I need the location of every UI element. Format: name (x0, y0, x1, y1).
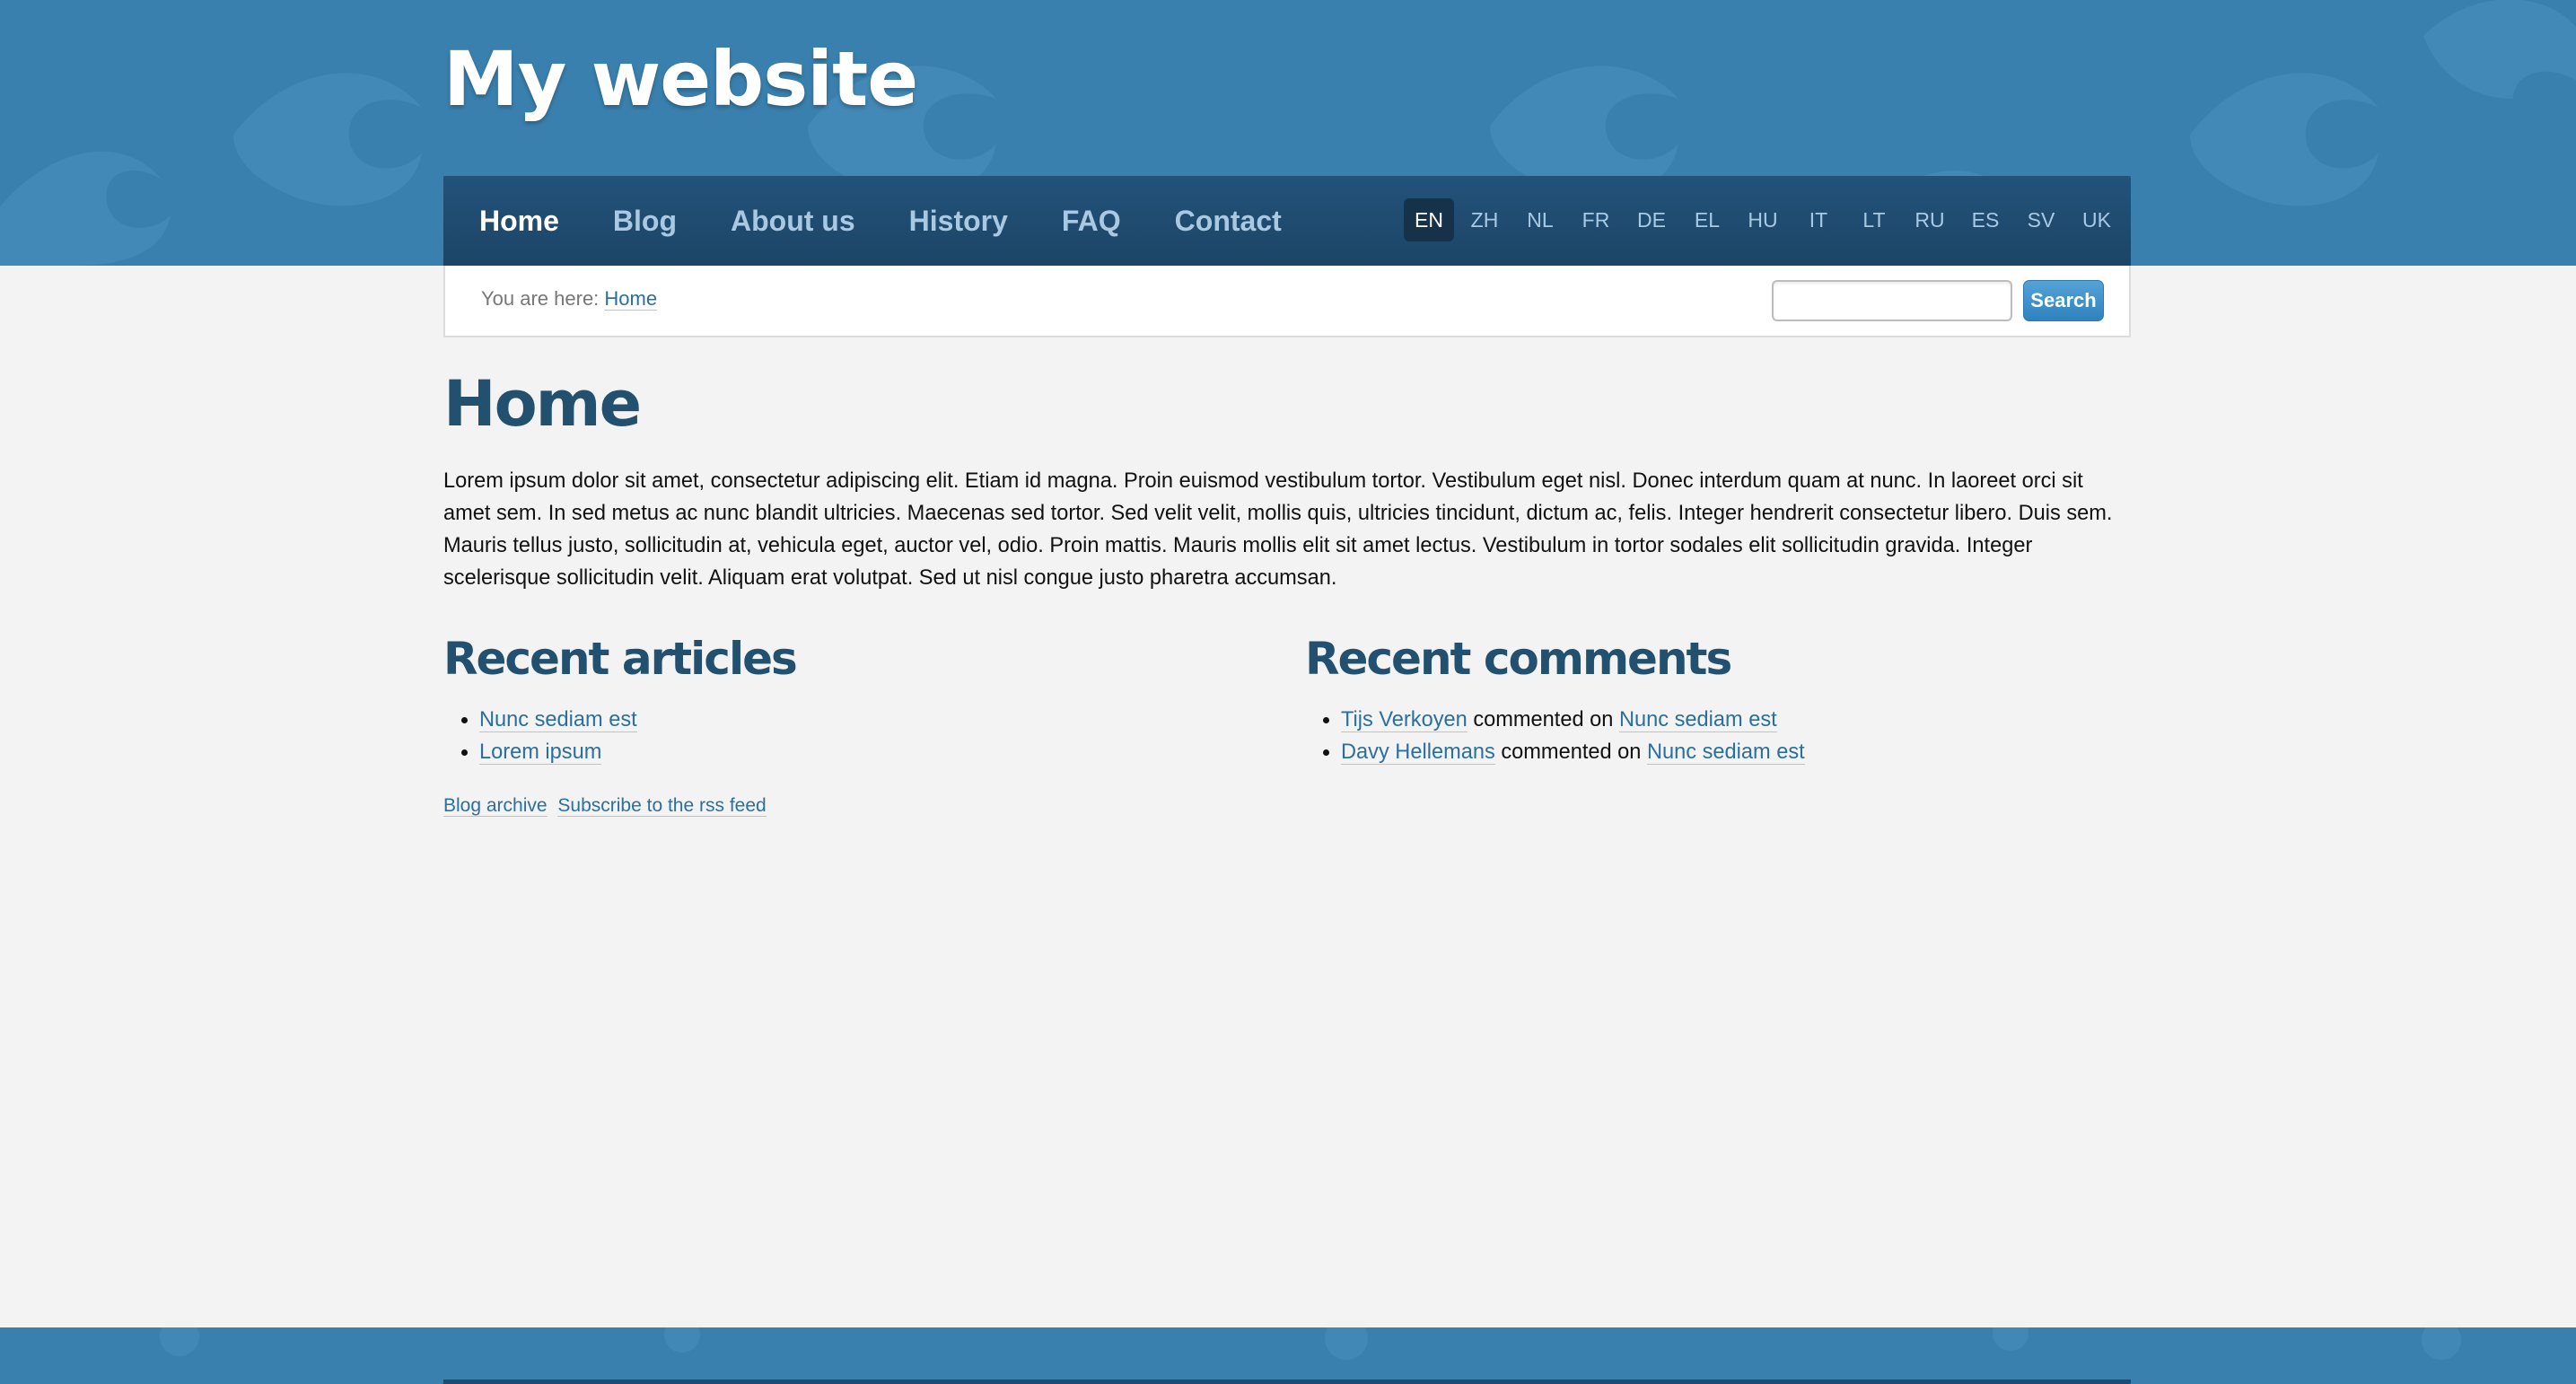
footer-band (0, 1327, 2576, 1384)
comment-author-link[interactable]: Davy Hellemans (1341, 740, 1495, 765)
breadcrumb-prefix: You are here: (481, 287, 600, 310)
lang-es[interactable]: ES (1960, 198, 2011, 241)
article-link[interactable]: Nunc sediam est (479, 708, 637, 732)
site-title[interactable]: My website (443, 41, 918, 117)
blog-archive-link[interactable]: Blog archive (443, 795, 548, 817)
blog-links: Blog archive Subscribe to the rss feed (443, 795, 1251, 817)
language-menu: EN ZH NL FR DE EL HU IT LT RU ES SV UK (1404, 198, 2122, 241)
lang-en[interactable]: EN (1404, 198, 1454, 241)
lang-it[interactable]: IT (1793, 198, 1844, 241)
lang-de[interactable]: DE (1626, 198, 1677, 241)
recent-articles-section: Recent articles Nunc sediam est Lorem ip… (443, 632, 1251, 817)
intro-paragraph: Lorem ipsum dolor sit amet, consectetur … (443, 469, 2113, 590)
lang-el[interactable]: EL (1682, 198, 1732, 241)
breadcrumb-bar: You are here: Home Search (443, 266, 2131, 337)
rss-feed-link[interactable]: Subscribe to the rss feed (557, 795, 767, 817)
breadcrumb: You are here: Home (481, 287, 658, 311)
recent-articles-list: Nunc sediam est Lorem ipsum (443, 704, 1251, 768)
nav-item-home[interactable]: Home (479, 205, 559, 238)
lang-hu[interactable]: HU (1738, 198, 1788, 241)
comment-connector: commented on (1501, 740, 1642, 764)
lang-ru[interactable]: RU (1905, 198, 1955, 241)
recent-comments-section: Recent comments Tijs Verkoyen commented … (1305, 632, 2113, 768)
main-nav-menu: Home Blog About us History FAQ Contact (479, 176, 1282, 266)
nav-item-contact[interactable]: Contact (1175, 205, 1282, 238)
lang-sv[interactable]: SV (2016, 198, 2066, 241)
recent-articles-heading: Recent articles (443, 633, 798, 685)
nav-item-history[interactable]: History (909, 205, 1008, 238)
list-item: Lorem ipsum (479, 736, 1251, 768)
breadcrumb-home-link[interactable]: Home (604, 287, 658, 311)
article-link[interactable]: Lorem ipsum (479, 740, 602, 765)
page-title: Home (443, 367, 642, 441)
comment-article-link[interactable]: Nunc sediam est (1618, 708, 1777, 732)
recent-comments-heading: Recent comments (1305, 633, 1732, 685)
list-item: Tijs Verkoyen commented on Nunc sediam e… (1341, 704, 2113, 736)
nav-item-faq[interactable]: FAQ (1062, 205, 1121, 238)
lang-fr[interactable]: FR (1571, 198, 1621, 241)
lang-zh[interactable]: ZH (1459, 198, 1510, 241)
nav-item-about-us[interactable]: About us (731, 205, 855, 238)
recent-comments-list: Tijs Verkoyen commented on Nunc sediam e… (1305, 704, 2113, 768)
list-item: Davy Hellemans commented on Nunc sediam … (1341, 736, 2113, 768)
lang-lt[interactable]: LT (1849, 198, 1899, 241)
lang-uk[interactable]: UK (2072, 198, 2122, 241)
main-navbar: Home Blog About us History FAQ Contact E… (443, 176, 2131, 266)
comment-author-link[interactable]: Tijs Verkoyen (1341, 708, 1468, 732)
lang-nl[interactable]: NL (1515, 198, 1565, 241)
comment-article-link[interactable]: Nunc sediam est (1646, 740, 1805, 765)
nav-item-blog[interactable]: Blog (613, 205, 677, 238)
search-input[interactable] (1772, 280, 2012, 321)
footer-wave-pattern (160, 1327, 2461, 1384)
comment-connector: commented on (1473, 708, 1614, 731)
search-button[interactable]: Search (2023, 280, 2104, 321)
list-item: Nunc sediam est (479, 704, 1251, 736)
